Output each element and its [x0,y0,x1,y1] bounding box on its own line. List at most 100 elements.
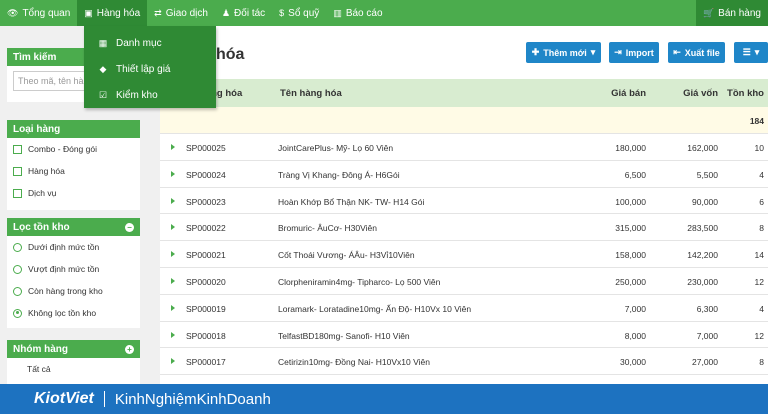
group-panel-title[interactable]: Nhóm hàng + [7,340,140,358]
group-option-all[interactable]: Tất cả [7,358,140,380]
product-code: SP000025 [186,143,226,153]
product-table-body: SP000025 JointCarePlus- Mỹ- Lọ 60 Viên 180… [160,134,768,376]
expand-arrow-icon[interactable] [171,144,175,150]
table-header: hàng hóa Tên hàng hóa Giá bán Giá vốn Tồ… [160,79,768,107]
radio-button[interactable] [13,242,22,252]
category-option-combo[interactable]: Combo - Đóng gói [7,138,140,160]
table-row[interactable]: SP000021 Cốt Thoái Vương- ÁÂu- H3Vỉ10Viên… [160,241,768,268]
product-price: 6,500 [624,169,646,180]
menu-item-label: Danh mục [116,37,162,49]
table-row[interactable]: SP000025 JointCarePlus- Mỹ- Lọ 60 Viên 180… [160,134,768,161]
product-cost: 6,300 [696,303,718,314]
menu-item-stocktake[interactable]: ☑ Kiểm kho [84,82,216,108]
column-toggle-button[interactable]: ☰ ▾ [734,42,768,63]
product-code: SP000022 [186,223,226,234]
stock-filter-panel-title[interactable]: Lọc tồn kho − [7,218,140,236]
expand-arrow-icon[interactable] [171,331,175,338]
menu-item-label: Kiểm kho [116,89,158,101]
total-stock: 184 [749,116,764,126]
table-row[interactable]: SP000020 Clorpheniramin4mg- Tipharco- Lọ … [160,267,768,295]
summary-row: 184 [160,107,768,134]
radio-button-selected[interactable] [13,308,22,318]
nav-reports[interactable]: ▥ Báo cáo [326,0,389,26]
add-icon[interactable]: + [125,344,134,354]
menu-item-label: Thiết lập giá [116,63,171,75]
page-title: hóa [216,46,245,63]
nav-cashbook[interactable]: $ Sổ quỹ [272,0,326,26]
checkbox[interactable] [13,188,22,198]
collapse-icon[interactable]: − [125,222,134,232]
button-label: Import [625,47,654,58]
stock-option-below-min[interactable]: Dưới định mức tồn [7,236,140,258]
column-header-stock[interactable]: Tồn kho [727,88,764,99]
menu-item-catalog[interactable]: ▦ Danh mục [84,30,216,56]
expand-arrow-icon[interactable] [171,277,175,284]
option-label: Không lọc tồn kho [28,308,97,318]
table-row[interactable]: SP000024 Tràng Vị Khang- Đông Á- H6Gói 6,5… [160,160,768,188]
checkbox[interactable] [13,144,22,154]
nav-sell-button[interactable]: 🛒 Bán hàng [695,0,768,26]
product-cost: 283,500 [687,223,718,234]
nav-label: Bán hàng [718,7,761,19]
category-option-goods[interactable]: Hàng hóa [7,160,140,182]
radio-button[interactable] [13,286,22,296]
checkbox-icon: ☑ [98,89,108,100]
button-label: Xuất file [684,47,720,58]
brand-logo: KiotViet [34,390,94,407]
stock-option-no-filter[interactable]: Không lọc tồn kho [7,302,140,324]
caret-down-icon: ▾ [754,47,760,57]
person-icon: ♟ [221,7,231,18]
top-navigation: 👁 Tổng quan ▣ Hàng hóa ⇄ Giao dịch ♟ Đối tác… [0,0,768,26]
product-cost: 27,000 [692,357,718,368]
table-row[interactable]: SP000019 Loramark- Loratadine10mg- Ấn Độ-… [160,294,768,322]
product-cost: 230,000 [687,276,718,287]
plus-icon: ✚ [531,47,540,57]
category-option-service[interactable]: Dịch vụ [7,182,140,204]
checkbox[interactable] [13,166,22,176]
expand-arrow-icon[interactable] [171,224,175,231]
table-row[interactable]: SP000022 Bromuric- ÂuCơ- H30Viên 315,000 28… [160,214,768,242]
product-cost: 7,000 [696,330,718,341]
product-price: 158,000 [615,250,646,261]
nav-overview[interactable]: 👁 Tổng quan [0,0,77,26]
import-button[interactable]: ⇥ Import [609,42,659,63]
product-stock: 4 [759,169,764,180]
bar-chart-icon: ▥ [333,7,342,18]
table-row[interactable]: SP000018 TelfastBD180mg- Sanofi- H10 Viên… [160,321,768,349]
grid-icon: ▦ [98,37,108,48]
cube-icon: ▣ [84,7,93,18]
stock-filter-panel: Lọc tồn kho − Dưới định mức tồn Vượt định… [7,218,140,328]
menu-item-price-setup[interactable]: ◆ Thiết lập giá [84,56,216,82]
tagline: KinhNghiệmKinhDoanh [114,390,271,408]
column-header-cost[interactable]: Giá vốn [683,88,718,99]
option-label: Tất cả [27,364,51,374]
product-name: JointCarePlus- Mỹ- Lọ 60 Viên [278,143,394,153]
option-label: Dưới định mức tồn [28,242,100,252]
stock-option-above-max[interactable]: Vượt định mức tồn [7,258,140,280]
product-code: SP000017 [186,357,226,368]
product-cost: 162,000 [687,143,718,153]
product-stock: 14 [754,250,764,261]
expand-arrow-icon[interactable] [171,358,175,365]
exchange-icon: ⇄ [154,7,162,18]
nav-partners[interactable]: ♟ Đối tác [215,0,272,26]
nav-transactions[interactable]: ⇄ Giao dịch [147,0,215,26]
stock-option-in-stock[interactable]: Còn hàng trong kho [7,280,140,302]
radio-button[interactable] [13,264,22,274]
export-button[interactable]: ⇤ Xuất file [668,42,725,63]
group-panel: Nhóm hàng + Tất cả [7,340,140,384]
column-header-price[interactable]: Giá bán [611,88,646,99]
table-row[interactable]: SP000023 Hoàn Khớp Bổ Thận NK- TW- H14 Gó… [160,187,768,215]
expand-arrow-icon[interactable] [171,304,175,311]
product-name: TelfastBD180mg- Sanofi- H10 Viên [278,330,410,341]
expand-arrow-icon[interactable] [171,197,175,204]
column-header-name[interactable]: Tên hàng hóa [280,88,342,99]
button-label: Thêm mới [543,47,587,58]
table-row[interactable]: SP000017 Cetirizin10mg- Đồng Nai- H10Vx10… [160,348,768,376]
nav-products[interactable]: ▣ Hàng hóa [77,0,148,26]
nav-label: Tổng quan [22,7,71,19]
expand-arrow-icon[interactable] [171,170,175,177]
expand-arrow-icon[interactable] [171,251,175,258]
add-new-button[interactable]: ✚ Thêm mới ▾ [526,42,601,63]
search-placeholder: Theo mã, tên hàng [18,76,94,86]
